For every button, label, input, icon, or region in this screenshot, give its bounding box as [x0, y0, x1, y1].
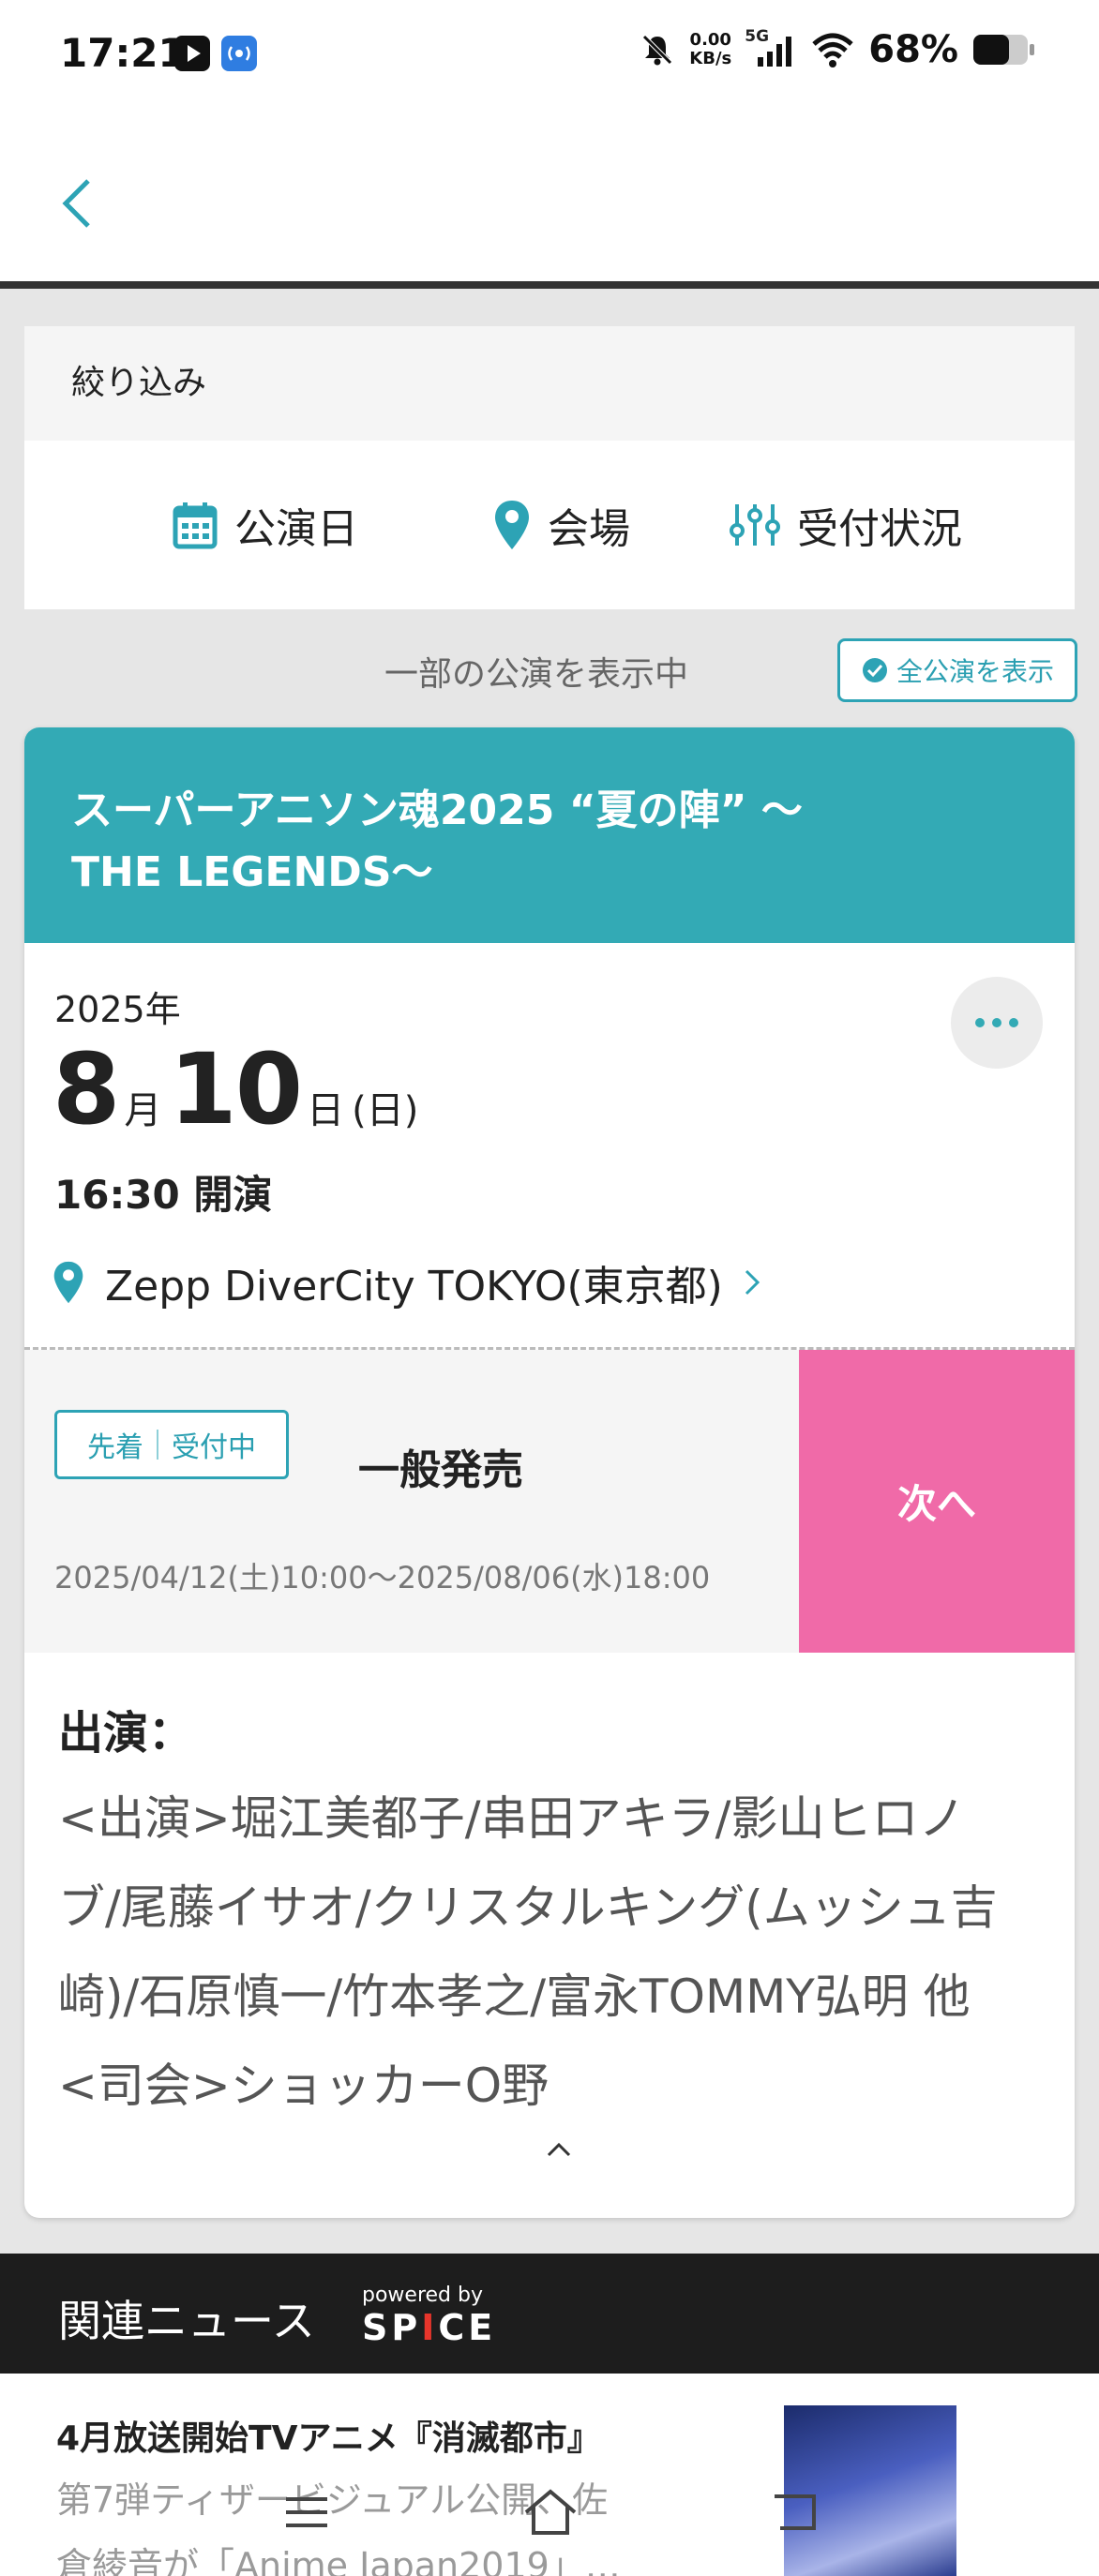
- status-bar: 17:21 0.00 KB/s 5G 68%: [0, 0, 1099, 112]
- spice-brand: SPICE: [362, 2307, 496, 2348]
- net-speed: 0.00 KB/s: [689, 31, 731, 68]
- event-weekday: (日): [352, 1089, 419, 1132]
- net-speed-value: 0.00: [689, 30, 731, 50]
- home-icon: [524, 2489, 577, 2535]
- more-options-button[interactable]: [951, 977, 1043, 1069]
- event-year: 2025年: [54, 989, 181, 1030]
- location-pin-icon: [53, 1261, 83, 1304]
- wifi-icon: [812, 33, 853, 67]
- net-speed-unit: KB/s: [689, 49, 732, 68]
- filter-options: 公演日 会場 受付状況: [24, 441, 1075, 609]
- show-all-label: 全公演を表示: [896, 656, 1054, 687]
- media-app-icon: [174, 36, 210, 71]
- filter-venue-button[interactable]: 会場: [493, 441, 630, 609]
- related-news-title: 関連ニュース: [58, 2296, 315, 2346]
- event-day: 10: [169, 1032, 303, 1146]
- back-button[interactable]: [49, 171, 105, 236]
- back-chevron-icon: [62, 179, 90, 228]
- home-nav-button[interactable]: [518, 2484, 583, 2540]
- system-nav-bar: [0, 2465, 1099, 2559]
- calendar-icon: [173, 502, 218, 549]
- show-all-button[interactable]: 全公演を表示: [837, 638, 1077, 702]
- return-icon: [775, 2494, 816, 2530]
- filter-status-label: 受付状況: [797, 505, 962, 553]
- cast-label: 出演：: [58, 1707, 194, 1760]
- filter-title: 絞り込み: [24, 326, 1075, 441]
- cellular-signal-icon: 5G: [745, 27, 797, 68]
- sale-section: 先着 受付中 一般発売 2025/04/12(土)10:00〜2025/08/0…: [24, 1350, 1075, 1653]
- back-nav-button[interactable]: [763, 2484, 829, 2540]
- cast-text: <出演>堀江美都子/串田アキラ/影山ヒロノ ブ/尾藤イサオ/クリスタルキング(ム…: [58, 1791, 998, 2113]
- filter-date-button[interactable]: 公演日: [173, 441, 358, 609]
- app-header: [0, 112, 1099, 289]
- more-dot-icon: [1009, 1018, 1018, 1027]
- event-start-time: 16:30 開演: [54, 1172, 273, 1218]
- broadcast-app-icon: [221, 36, 257, 71]
- collapse-button[interactable]: [531, 2131, 587, 2168]
- status-time: 17:21: [60, 30, 186, 76]
- badge-status: 受付中: [172, 1431, 256, 1464]
- next-button[interactable]: 次へ: [799, 1350, 1075, 1653]
- event-card: スーパーアニソン魂2025 “夏の陣” 〜 THE LEGENDS〜 2025年…: [24, 727, 1075, 2218]
- event-month: 8: [53, 1032, 120, 1146]
- event-date: 8 月 10 日 (日): [53, 1032, 426, 1146]
- powered-by-text: powered by: [362, 2284, 483, 2307]
- battery-icon: [973, 35, 1034, 65]
- related-news-bar: 関連ニュース powered by SPICE: [0, 2254, 1099, 2374]
- venue-link[interactable]: Zepp DiverCity TOKYO(東京都): [53, 1252, 760, 1312]
- partial-display-text: 一部の公演を表示中: [384, 655, 689, 694]
- battery-percent: 68%: [868, 28, 958, 71]
- filter-date-label: 公演日: [234, 505, 358, 553]
- check-circle-icon: [862, 658, 887, 682]
- sale-status-badge: 先着 受付中: [54, 1410, 289, 1479]
- more-dot-icon: [975, 1018, 985, 1027]
- chevron-up-icon: [547, 2142, 571, 2157]
- sliders-icon: [730, 504, 780, 546]
- filter-venue-label: 会場: [548, 505, 630, 553]
- location-pin-icon: [495, 501, 529, 549]
- venue-name: Zepp DiverCity TOKYO(東京都): [105, 1263, 723, 1310]
- badge-method: 先着: [87, 1431, 143, 1464]
- cast-section: 出演： <出演>堀江美都子/串田アキラ/影山ヒロノ ブ/尾藤イサオ/クリスタルキ…: [24, 1653, 1075, 2157]
- spice-logo: powered by SPICE: [362, 2284, 496, 2348]
- event-day-unit: 日: [307, 1089, 345, 1132]
- sale-period: 2025/04/12(土)10:00〜2025/08/06(水)18:00: [54, 1560, 711, 1595]
- filter-card: 絞り込み 公演日 会場 受付状況: [24, 326, 1075, 609]
- filter-status-button[interactable]: 受付状況: [730, 441, 962, 609]
- news-headline: 4月放送開始TVアニメ『消滅都市』: [56, 2419, 601, 2458]
- menu-icon: [286, 2497, 327, 2527]
- sale-title: 一般発売: [358, 1446, 523, 1494]
- event-month-unit: 月: [124, 1089, 162, 1132]
- brand-part: SP: [362, 2307, 422, 2348]
- event-date-section: 2025年 8 月 10 日 (日) 16:30 開演 Zepp DiverCi…: [24, 943, 1075, 1350]
- brand-part-accent: I: [421, 2307, 439, 2348]
- brand-part: CE: [438, 2307, 497, 2348]
- more-dot-icon: [992, 1018, 1001, 1027]
- mute-icon: [642, 35, 673, 66]
- chevron-right-icon: [745, 1269, 760, 1295]
- menu-nav-button[interactable]: [274, 2484, 339, 2540]
- status-right: 0.00 KB/s 5G 68%: [639, 27, 1035, 71]
- badge-divider: [157, 1430, 158, 1460]
- event-title: スーパーアニソン魂2025 “夏の陣” 〜 THE LEGENDS〜: [24, 727, 1075, 943]
